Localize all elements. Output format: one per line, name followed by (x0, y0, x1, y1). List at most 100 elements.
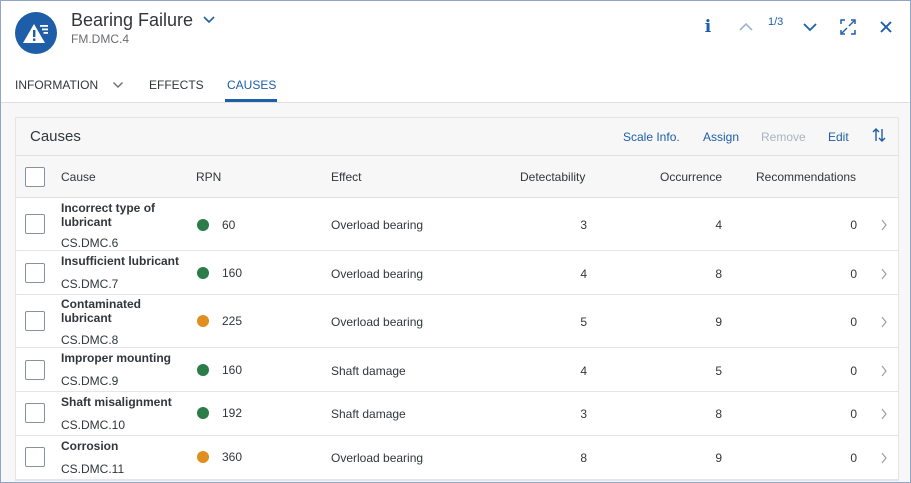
title-area[interactable]: Bearing Failure (71, 9, 216, 31)
navigate-up-button[interactable] (737, 15, 755, 39)
tab-effects[interactable]: EFFECTS (149, 78, 204, 92)
sort-button[interactable] (871, 127, 887, 146)
recommendations-value: 0 (850, 407, 857, 421)
page-title: Bearing Failure (71, 9, 194, 30)
warning-list-icon (15, 12, 57, 54)
effect-value: Overload bearing (331, 218, 424, 232)
rpn-value: 225 (222, 314, 243, 328)
cause-id: CS.DMC.9 (61, 374, 119, 388)
occurrence-value: 4 (715, 218, 722, 232)
chevron-right-icon[interactable] (880, 452, 888, 464)
table-toolbar: Causes Scale Info. Assign Remove Edit (16, 118, 898, 156)
object-page: Bearing Failure FM.DMC.4 i 1/3 INFORMATI… (0, 0, 911, 483)
cause-id: CS.DMC.10 (61, 418, 126, 432)
remove-button[interactable]: Remove (761, 130, 806, 144)
tab-information[interactable]: INFORMATION (15, 78, 124, 92)
rpn-value: 160 (222, 266, 243, 280)
table-row[interactable]: Contaminated lubricant CS.DMC.8 225 Over… (16, 296, 898, 348)
cause-name: Shaft misalignment (61, 395, 172, 409)
close-button[interactable] (877, 15, 895, 39)
occurrence-value: 5 (715, 364, 722, 378)
column-header-effect[interactable]: Effect (331, 170, 361, 184)
cause-id: CS.DMC.8 (61, 333, 119, 347)
tab-selected-indicator (225, 99, 277, 102)
effect-value: Shaft damage (331, 407, 406, 421)
detectability-value: 4 (580, 267, 587, 281)
recommendations-value: 0 (850, 451, 857, 465)
column-header-rpn[interactable]: RPN (196, 170, 221, 184)
occurrence-value: 8 (715, 267, 722, 281)
tab-bar: INFORMATION EFFECTS CAUSES (1, 75, 910, 103)
tab-label: EFFECTS (149, 78, 204, 92)
cause-name: Contaminated lubricant (61, 297, 141, 325)
table-header: Cause RPN Effect Detectability Occurrenc… (16, 156, 898, 198)
column-header-recommendations[interactable]: Recommendations (756, 170, 856, 184)
chevron-right-icon[interactable] (880, 316, 888, 328)
cause-name-line: Contaminated (61, 297, 142, 311)
effect-value: Shaft damage (331, 364, 406, 378)
rpn-value: 60 (222, 218, 236, 232)
effect-value: Overload bearing (331, 267, 424, 281)
detectability-value: 3 (580, 407, 587, 421)
table-row[interactable]: Shaft misalignment CS.DMC.10 192 Shaft d… (16, 393, 898, 436)
occurrence-value: 9 (715, 315, 722, 329)
chevron-right-icon[interactable] (880, 219, 888, 231)
row-checkbox[interactable] (25, 214, 45, 234)
navigate-down-button[interactable] (801, 15, 819, 39)
status-indicator-icon (197, 451, 209, 463)
column-header-occurrence[interactable]: Occurrence (660, 170, 722, 184)
page-header: Bearing Failure FM.DMC.4 i 1/3 INFORMATI… (1, 1, 910, 103)
chevron-down-icon (803, 23, 817, 32)
chevron-right-icon[interactable] (880, 365, 888, 377)
chevron-right-icon[interactable] (880, 268, 888, 280)
cause-id: CS.DMC.7 (61, 277, 119, 291)
chevron-right-icon[interactable] (880, 408, 888, 420)
table-row[interactable]: Corrosion CS.DMC.11 360 Overload bearing… (16, 437, 898, 480)
tab-label: INFORMATION (15, 78, 99, 92)
status-indicator-icon (197, 267, 209, 279)
cause-name-line: Corrosion (61, 439, 119, 453)
cause-name: Incorrect type of lubricant (61, 201, 155, 229)
occurrence-value: 9 (715, 451, 722, 465)
item-counter: 1/3 (768, 16, 784, 28)
detectability-value: 3 (580, 218, 587, 232)
recommendations-value: 0 (850, 218, 857, 232)
detectability-value: 5 (580, 315, 587, 329)
cause-name-line: Improper mounting (61, 351, 171, 365)
row-checkbox[interactable] (25, 360, 45, 380)
effect-value: Overload bearing (331, 451, 424, 465)
cause-id: CS.DMC.6 (61, 236, 119, 250)
select-all-checkbox[interactable] (25, 167, 45, 187)
table-row[interactable]: Incorrect type of lubricant CS.DMC.6 60 … (16, 199, 898, 251)
fullscreen-button[interactable] (839, 15, 857, 39)
scale-info-button[interactable]: Scale Info. (623, 130, 680, 144)
row-checkbox[interactable] (25, 263, 45, 283)
column-header-cause[interactable]: Cause (61, 170, 96, 184)
cause-name-line: Insufficient lubricant (61, 254, 180, 268)
effect-value: Overload bearing (331, 315, 424, 329)
row-checkbox[interactable] (25, 447, 45, 467)
cause-id: CS.DMC.11 (61, 462, 125, 476)
detectability-value: 8 (580, 451, 587, 465)
recommendations-value: 0 (850, 364, 857, 378)
page-subtitle: FM.DMC.4 (71, 32, 129, 46)
status-indicator-icon (197, 407, 209, 419)
causes-panel: Causes Scale Info. Assign Remove Edit Ca… (15, 117, 899, 481)
expand-icon (840, 19, 856, 35)
chevron-up-icon (739, 22, 753, 31)
table-row[interactable]: Insufficient lubricant CS.DMC.7 160 Over… (16, 252, 898, 295)
chevron-down-icon[interactable] (202, 15, 216, 25)
detectability-value: 4 (580, 364, 587, 378)
cause-name-line: lubricant (61, 215, 112, 229)
row-checkbox[interactable] (25, 403, 45, 423)
tab-label: CAUSES (227, 78, 277, 92)
tab-causes[interactable]: CAUSES (227, 78, 276, 92)
column-header-detectability[interactable]: Detectability (520, 170, 585, 184)
edit-button[interactable]: Edit (828, 130, 849, 144)
cause-name: Corrosion (61, 439, 118, 453)
cause-name: Improper mounting (61, 351, 171, 365)
assign-button[interactable]: Assign (703, 130, 739, 144)
table-row[interactable]: Improper mounting CS.DMC.9 160 Shaft dam… (16, 349, 898, 392)
row-checkbox[interactable] (25, 311, 45, 331)
info-icon[interactable]: i (701, 15, 715, 39)
